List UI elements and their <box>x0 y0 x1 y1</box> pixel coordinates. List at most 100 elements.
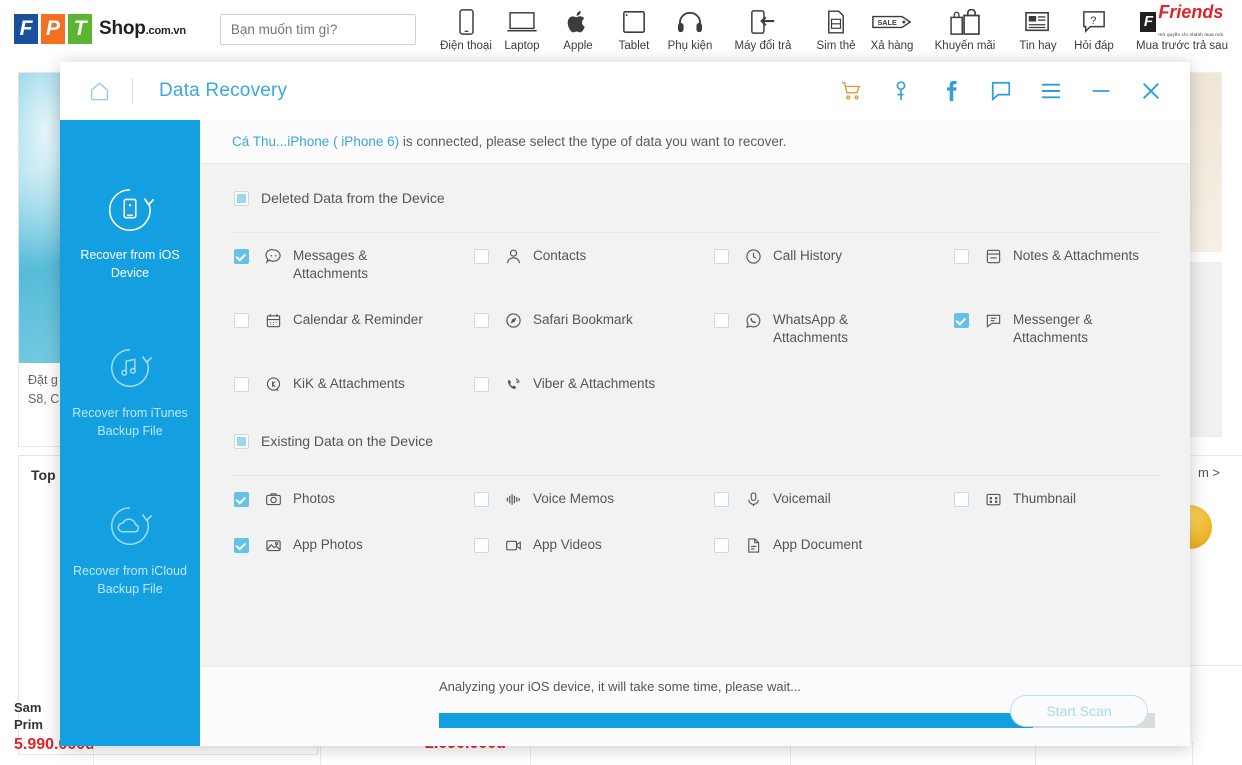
device-notice-bar: Cá Thu...iPhone ( iPhone 6) is connected… <box>200 120 1190 164</box>
logo-letter-f: F <box>14 14 38 44</box>
friends-letter-f: F <box>1140 11 1157 32</box>
data-type-label: App Videos <box>533 537 602 552</box>
checkbox-safari-bookmark[interactable] <box>474 313 489 328</box>
svg-text:?: ? <box>1090 14 1096 26</box>
checkbox-contacts[interactable] <box>474 249 489 264</box>
checkbox-thumbnail[interactable] <box>954 492 969 507</box>
data-type-messenger[interactable]: Messenger & Attachments <box>954 297 1190 361</box>
friends-tagline: mở quyền chi nhánh mua mới <box>1158 31 1224 37</box>
checkbox-notes[interactable] <box>954 249 969 264</box>
feedback-button[interactable] <box>976 68 1026 114</box>
recover-itunes-icon <box>106 344 154 392</box>
fptfriends-logo: F Friends mở quyền chi nhánh mua mới <box>1140 3 1224 37</box>
sidebar-item-recover-from-icloud-backup-file[interactable]: Recover from iCloud Backup File <box>60 502 200 598</box>
deleted-data-grid: Messages & Attachments Contacts Call His… <box>200 233 1190 407</box>
checkbox-voicemail[interactable] <box>714 492 729 507</box>
close-button[interactable] <box>1126 68 1176 114</box>
nav-item-phu-kien[interactable]: Phụ kiện <box>662 7 718 52</box>
facebook-icon <box>946 80 957 102</box>
close-icon <box>1142 82 1160 100</box>
menu-button[interactable] <box>1026 68 1076 114</box>
feedback-bubble-icon <box>991 81 1011 102</box>
register-key-button[interactable] <box>876 68 926 114</box>
data-type-label: Call History <box>773 248 843 263</box>
messenger-icon <box>983 311 1003 329</box>
checkbox-call-history[interactable] <box>714 249 729 264</box>
nav-item-khuyen-mai[interactable]: Khuyến mãi <box>920 7 1010 52</box>
nav-item-may-doi-tra[interactable]: Máy đổi trả <box>718 7 808 52</box>
data-type-kik[interactable]: KiK & Attachments <box>234 361 474 407</box>
data-type-contacts[interactable]: Contacts <box>474 233 714 297</box>
search-box[interactable] <box>219 13 416 45</box>
data-type-label: Notes & Attachments <box>1013 248 1140 263</box>
checkbox-whatsapp[interactable] <box>714 313 729 328</box>
sidebar-item-recover-from-itunes-backup-file[interactable]: Recover from iTunes Backup File <box>60 344 200 440</box>
minimize-button[interactable] <box>1076 68 1126 114</box>
data-type-photos[interactable]: Photos <box>234 476 474 522</box>
checkbox-messenger[interactable] <box>954 313 969 328</box>
data-type-call-history[interactable]: Call History <box>714 233 954 297</box>
data-type-thumbnail[interactable]: Thumbnail <box>954 476 1190 522</box>
checkbox-calendar[interactable] <box>234 313 249 328</box>
data-type-app-videos[interactable]: App Videos <box>474 522 714 568</box>
checkbox-app-videos[interactable] <box>474 538 489 553</box>
data-type-messages[interactable]: Messages & Attachments <box>234 233 474 297</box>
nav-item-dien-thoai[interactable]: Điện thoại <box>438 7 494 52</box>
camera-icon <box>263 490 283 508</box>
checkbox-app-document[interactable] <box>714 538 729 553</box>
data-type-safari-bookmark[interactable]: Safari Bookmark <box>474 297 714 361</box>
checkbox-voice-memos[interactable] <box>474 492 489 507</box>
apple-icon <box>567 7 589 37</box>
checkbox-photos[interactable] <box>234 492 249 507</box>
section-checkbox-deleted-data[interactable] <box>234 190 249 206</box>
data-type-calendar[interactable]: Calendar & Reminder <box>234 297 474 361</box>
facebook-button[interactable] <box>926 68 976 114</box>
data-type-label: App Document <box>773 537 863 552</box>
section-header-deleted-data[interactable]: Deleted Data from the Device <box>200 164 1190 232</box>
cart-button[interactable] <box>826 68 876 114</box>
site-header: F P T Shop.com.vn Điện thoại <box>0 0 1242 58</box>
data-type-app-document[interactable]: App Document <box>714 522 954 568</box>
data-type-label: Thumbnail <box>1013 491 1077 506</box>
nav-item-hoi-dap[interactable]: ? Hỏi đáp <box>1066 7 1122 52</box>
data-type-notes[interactable]: Notes & Attachments <box>954 233 1190 297</box>
nav-item-tin-hay[interactable]: Tin hay <box>1010 7 1066 52</box>
data-type-label: Safari Bookmark <box>533 312 633 327</box>
nav-item-laptop[interactable]: Laptop <box>494 7 550 52</box>
sale-tag-icon: SALE <box>872 7 912 37</box>
data-type-viber[interactable]: Viber & Attachments <box>474 361 714 407</box>
checkbox-messages[interactable] <box>234 249 249 264</box>
waveform-icon <box>503 490 523 508</box>
nav-item-tablet[interactable]: Tablet <box>606 7 662 52</box>
recover-device-icon <box>106 186 154 234</box>
titlebar-divider <box>132 78 133 104</box>
search-input[interactable] <box>220 14 415 44</box>
menu-icon <box>1042 83 1060 99</box>
message-bubble-icon <box>263 247 283 265</box>
start-scan-button[interactable]: Start Scan <box>1010 695 1148 727</box>
friends-wordmark: Friends <box>1158 1 1224 22</box>
see-more-link[interactable]: m > <box>1198 465 1220 480</box>
checkbox-kik[interactable] <box>234 377 249 392</box>
section-header-existing-data[interactable]: Existing Data on the Device <box>200 407 1190 475</box>
data-type-scroll-area[interactable]: Deleted Data from the Device Messages & … <box>200 164 1190 666</box>
nav-item-mua-truoc-tra-sau[interactable]: F Friends mở quyền chi nhánh mua mới Mua… <box>1122 3 1242 52</box>
data-type-voice-memos[interactable]: Voice Memos <box>474 476 714 522</box>
home-icon <box>90 82 108 101</box>
sidebar-item-recover-from-ios-device[interactable]: Recover from iOS Device <box>60 186 200 282</box>
data-type-whatsapp[interactable]: WhatsApp & Attachments <box>714 297 954 361</box>
checkbox-app-photos[interactable] <box>234 538 249 553</box>
data-recovery-window: Data Recovery Recover from iOS Device Re… <box>60 62 1190 746</box>
nav-label: Máy đổi trả <box>734 39 792 52</box>
nav-item-sim-the[interactable]: Sim thẻ <box>808 7 864 52</box>
checkbox-viber[interactable] <box>474 377 489 392</box>
data-type-app-photos[interactable]: App Photos <box>234 522 474 568</box>
data-type-label: App Photos <box>293 537 363 552</box>
section-title: Existing Data on the Device <box>261 433 433 449</box>
data-type-voicemail[interactable]: Voicemail <box>714 476 954 522</box>
home-button[interactable] <box>76 71 122 111</box>
section-checkbox-existing-data[interactable] <box>234 433 249 449</box>
nav-item-xa-hang[interactable]: SALE Xả hàng <box>864 7 920 52</box>
fptshop-logo[interactable]: F P T Shop.com.vn <box>14 14 186 44</box>
nav-item-apple[interactable]: Apple <box>550 7 606 52</box>
